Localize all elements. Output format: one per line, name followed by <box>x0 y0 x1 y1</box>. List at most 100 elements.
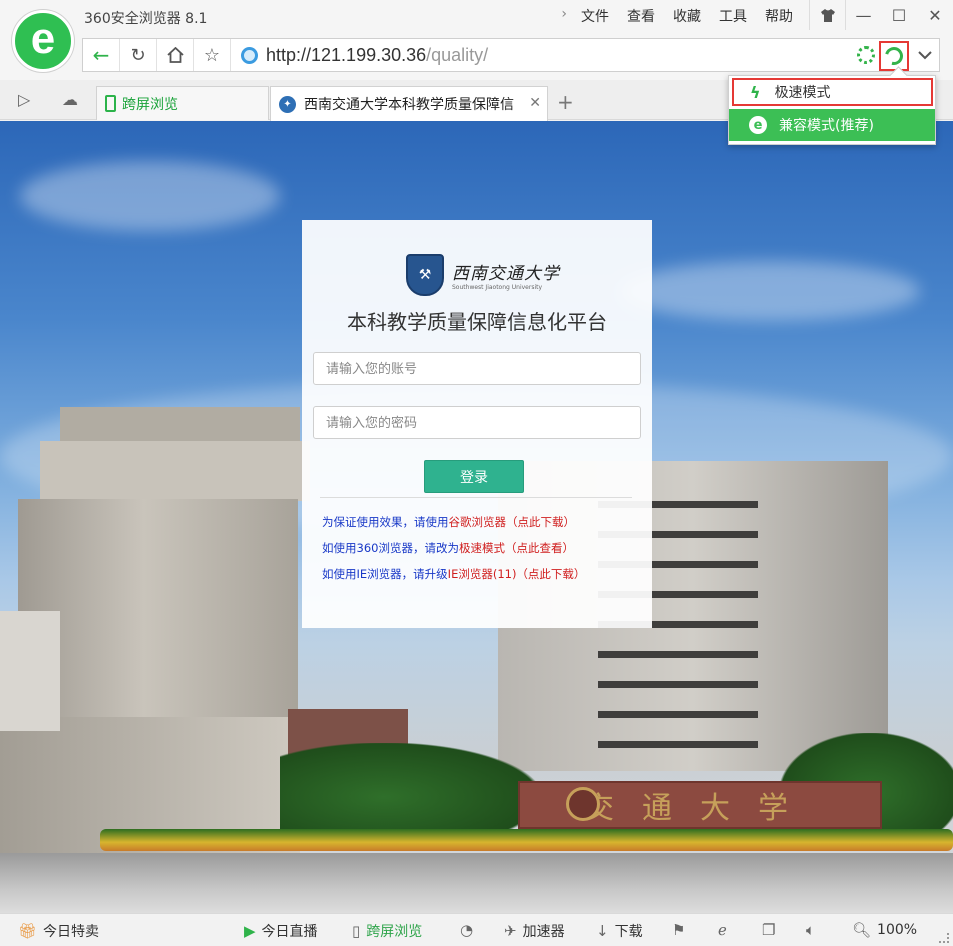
compat-mode-option[interactable]: e 兼容模式(推荐) <box>729 109 935 141</box>
app-title: 360安全浏览器 8.1 <box>84 11 208 27</box>
star-icon[interactable]: ☆ <box>194 39 231 71</box>
url-path: /quality/ <box>426 45 489 65</box>
download-button[interactable]: ↓ 下载 <box>596 921 643 941</box>
cloud-shape <box>620 261 920 321</box>
tab-close-icon[interactable]: ✕ <box>529 95 541 111</box>
new-tab-icon[interactable]: + <box>557 90 574 114</box>
university-name-block: 西南交通大学 Southwest Jiaotong University <box>452 259 560 291</box>
campus-sign-text: 交通大学 <box>584 791 816 826</box>
cloud-shape <box>20 161 280 231</box>
menu-favorites[interactable]: 收藏 <box>673 6 701 26</box>
flag-icon[interactable]: ⚑ <box>672 921 691 939</box>
refresh-icon[interactable]: ↻ <box>120 39 157 71</box>
phone-icon: ▯ <box>352 922 361 940</box>
university-favicon-icon: ✦ <box>279 95 296 113</box>
today-live-button[interactable]: ▶ 今日直播 <box>244 921 318 941</box>
monument-body <box>18 499 298 719</box>
phone-icon <box>105 95 116 112</box>
menu-chevron-icon[interactable]: › <box>561 6 567 26</box>
window-glyph-icon: ❐ <box>762 921 776 939</box>
close-button[interactable]: ✕ <box>917 0 953 30</box>
username-input[interactable] <box>313 352 641 385</box>
maximize-button[interactable]: ☐ <box>881 0 917 30</box>
login-button[interactable]: 登录 <box>424 460 524 493</box>
browser-notice-chrome: 为保证使用效果，请使用谷歌浏览器（点此下载） <box>322 514 575 530</box>
page-viewport: 交通大学 ⚒ 西南交通大学 Southwest Jiaotong Univers… <box>0 121 953 913</box>
speed-mode-option[interactable]: ϟ 极速模式 <box>732 78 933 106</box>
url-field[interactable]: http://121.199.30.36/quality/ <box>266 45 488 66</box>
title-bar: 360安全浏览器 8.1 › 文件 查看 收藏 工具 帮助 — ☐ ✕ <box>0 0 953 32</box>
ground-plaza <box>0 853 953 913</box>
notice-divider <box>320 497 632 498</box>
menu-view[interactable]: 查看 <box>627 6 655 26</box>
download-label: 下载 <box>614 924 643 940</box>
speed-dial-icon[interactable]: ◔ <box>460 921 479 939</box>
sidebar-toggle-icon[interactable]: ▷ <box>18 90 30 109</box>
trees-left <box>280 743 540 833</box>
window-icon[interactable]: ❐ <box>762 921 781 939</box>
password-input[interactable] <box>313 406 641 439</box>
campus-emblem-icon <box>566 787 600 821</box>
monument-top <box>40 441 310 501</box>
ie-mode-icon[interactable]: ℯ <box>718 921 733 939</box>
platform-title: 本科教学质量保障信息化平台 <box>347 310 607 334</box>
menu-tools[interactable]: 工具 <box>719 6 747 26</box>
window-controls: — ☐ ✕ <box>809 0 953 30</box>
window-row <box>598 651 758 658</box>
loading-icon <box>857 46 875 64</box>
shirt-icon[interactable] <box>809 0 845 30</box>
resize-grip-icon[interactable] <box>939 933 949 943</box>
tab-cross-screen[interactable]: 跨屏浏览 <box>96 86 269 120</box>
tab-label: 跨屏浏览 <box>122 96 178 113</box>
accelerator-button[interactable]: ✈ 加速器 <box>504 921 565 941</box>
notice-text: 如使用IE浏览器，请升级 <box>322 567 448 581</box>
ie-download-link[interactable]: IE浏览器(11)（点此下载） <box>448 567 586 581</box>
minimize-button[interactable]: — <box>845 0 881 30</box>
speaker-glyph-icon: 🔈︎ <box>806 921 816 939</box>
address-box: ← ↻ ☆ http://121.199.30.36/quality/ <box>82 38 940 72</box>
gauge-icon: ◔ <box>460 921 474 939</box>
menu-file[interactable]: 文件 <box>581 6 609 26</box>
cross-screen-button[interactable]: ▯ 跨屏浏览 <box>352 921 422 941</box>
home-icon[interactable] <box>157 39 194 71</box>
window-row <box>598 741 758 748</box>
ie-glyph-icon: ℯ <box>718 921 727 939</box>
speed-mode-help-link[interactable]: 极速模式（点此查看） <box>459 541 574 555</box>
monument-cap <box>60 407 300 443</box>
today-deals-button[interactable]: 🎁︎ 今日特卖 <box>18 921 99 941</box>
notice-text: 如使用360浏览器，请改为 <box>322 541 459 555</box>
rocket-icon: ✈ <box>504 922 517 940</box>
university-name: 西南交通大学 <box>452 264 560 284</box>
site-globe-icon <box>241 47 258 64</box>
lightning-icon: ϟ <box>750 82 761 102</box>
window-row <box>598 711 758 718</box>
cloud-icon[interactable]: ☁ <box>62 90 78 109</box>
zoom-level: 100% <box>877 922 918 938</box>
university-logo: ⚒ 西南交通大学 Southwest Jiaotong University <box>406 254 560 296</box>
notice-text: 为保证使用效果，请使用 <box>322 515 449 529</box>
menu-bar: › 文件 查看 收藏 工具 帮助 <box>561 6 793 26</box>
chevron-down-icon[interactable] <box>911 39 939 71</box>
browser-mode-toggle[interactable] <box>879 41 909 71</box>
status-bar: 🎁︎ 今日特卖 ▶ 今日直播 ▯ 跨屏浏览 ◔ ✈ 加速器 ↓ 下载 ⚑ ℯ ❐… <box>0 913 953 946</box>
tab-quality-platform[interactable]: ✦ 西南交通大学本科教学质量保障信 ✕ <box>270 86 548 121</box>
back-arrow-icon[interactable]: ← <box>83 39 120 71</box>
browser-notice-ie: 如使用IE浏览器，请升级IE浏览器(11)（点此下载） <box>322 566 585 582</box>
zoom-control[interactable]: 🔍︎ 100% <box>852 921 917 939</box>
speaker-icon[interactable]: 🔈︎ <box>806 921 821 939</box>
browser-logo[interactable]: e <box>12 10 74 72</box>
tab-label: 西南交通大学本科教学质量保障信 <box>304 97 514 113</box>
ie-compat-icon <box>881 43 907 69</box>
chrome-download-link[interactable]: 谷歌浏览器（点此下载） <box>449 515 576 529</box>
browser-mode-menu: ϟ 极速模式 e 兼容模式(推荐) <box>728 75 936 145</box>
cross-screen-label: 跨屏浏览 <box>366 924 423 940</box>
side-building <box>0 611 60 731</box>
menu-help[interactable]: 帮助 <box>765 6 793 26</box>
window-row <box>598 681 758 688</box>
flag-glyph-icon: ⚑ <box>672 921 686 939</box>
speed-mode-label: 极速模式 <box>774 85 831 101</box>
download-arrow-icon: ↓ <box>596 922 609 940</box>
compat-mode-label: 兼容模式(推荐) <box>779 118 874 134</box>
university-name-en: Southwest Jiaotong University <box>452 284 543 291</box>
today-deals-label: 今日特卖 <box>43 924 100 940</box>
